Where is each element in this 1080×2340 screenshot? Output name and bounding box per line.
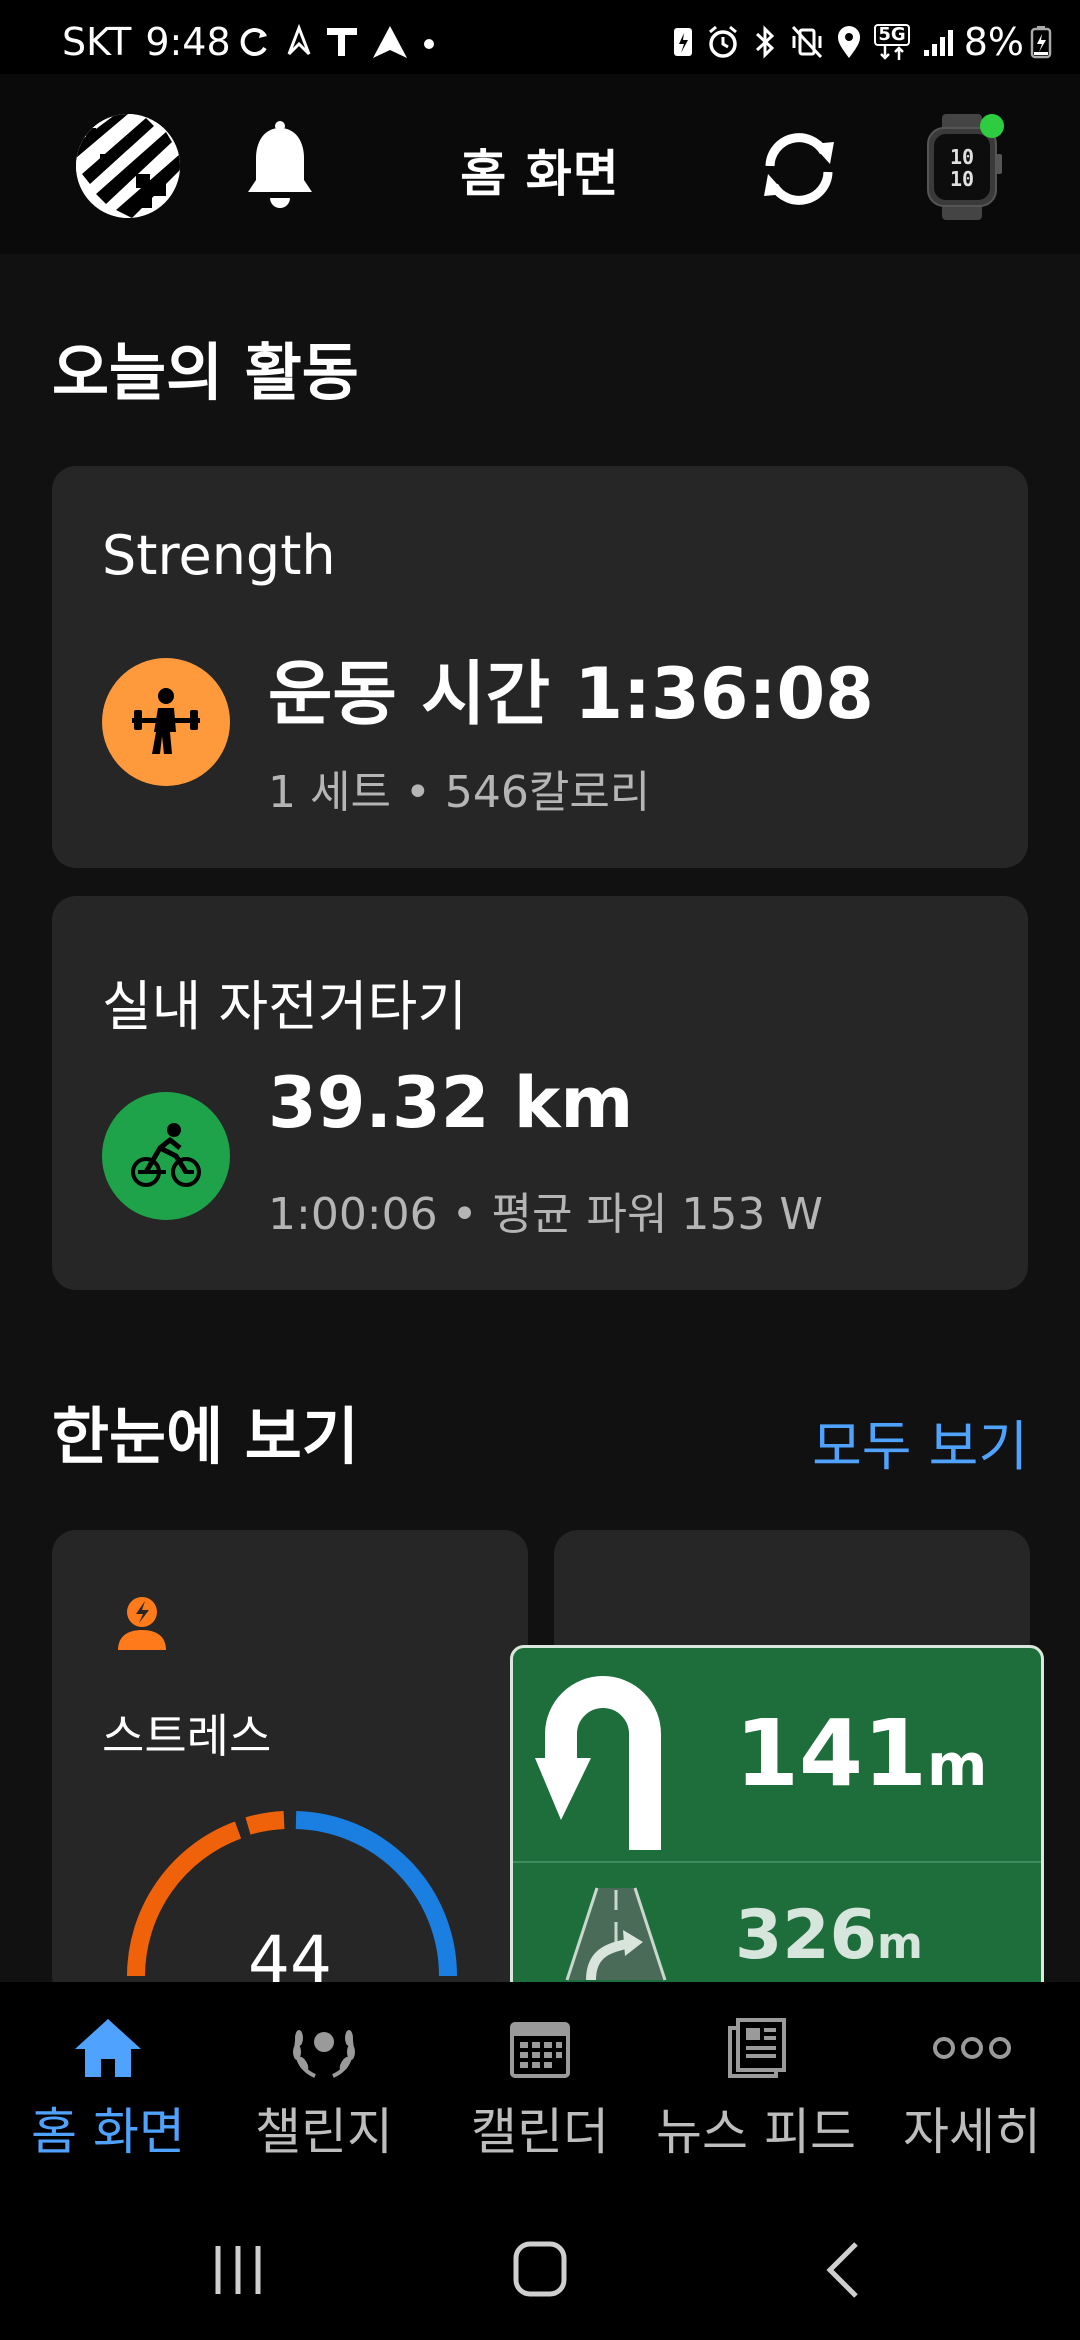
overlay-divider <box>513 1861 1041 1863</box>
status-left: SKT 9:48 <box>62 20 443 64</box>
t-app-icon <box>325 24 359 60</box>
primary-distance-unit: m <box>927 1731 988 1799</box>
recent-apps-icon[interactable] <box>210 2242 266 2302</box>
battery-charging-icon <box>1030 24 1052 60</box>
nav-label: 뉴스 피드 <box>656 2103 856 2161</box>
activity-main-value: 운동 시간 1:36:08 <box>268 653 874 735</box>
location-icon <box>836 24 862 60</box>
primary-distance-value: 141 <box>735 1700 928 1807</box>
nav-item-challenges[interactable]: 챌린지 <box>216 1982 432 2194</box>
vibrate-mute-icon <box>790 24 824 60</box>
more-notifications-dot-icon <box>421 24 437 60</box>
cycling-icon <box>102 1092 230 1220</box>
svg-text:10: 10 <box>950 145 974 169</box>
network-type-icon: 5G <box>874 24 910 60</box>
more-icon <box>864 2008 1080 2088</box>
secondary-distance-value: 326 <box>735 1896 877 1975</box>
road-merge-icon <box>561 1884 671 1988</box>
network-type-label: 5G <box>874 24 910 46</box>
clock: 9:48 <box>145 20 231 64</box>
nav-label: 자세히 <box>903 2103 1041 2161</box>
status-bar: SKT 9:48 5G 8% <box>0 0 1080 74</box>
nav-item-newsfeed[interactable]: 뉴스 피드 <box>648 1982 864 2194</box>
system-navigation-bar <box>0 2194 1080 2340</box>
bottom-navigation: 홈 화면 챌린지 캘린더 뉴스 피드 자세히 <box>0 1982 1080 2194</box>
activity-sub-value: 1:00:06 • 평균 파워 153 W <box>268 1189 823 1240</box>
home-system-icon[interactable] <box>512 2240 568 2304</box>
svg-text:10: 10 <box>950 167 974 191</box>
newsfeed-icon <box>648 2008 864 2088</box>
calendar-icon <box>432 2008 648 2088</box>
sync-status-icon <box>237 24 273 60</box>
carrier-label: SKT <box>62 20 132 64</box>
today-activities-heading: 오늘의 활동 <box>52 336 359 409</box>
stress-card[interactable]: 스트레스 44 <box>52 1530 528 2000</box>
signal-strength-icon <box>922 24 954 60</box>
primary-distance: 141m <box>735 1708 987 1800</box>
at-a-glance-heading: 한눈에 보기 <box>52 1400 359 1473</box>
battery-saver-icon <box>672 24 694 60</box>
activity-card-indoor-cycling[interactable]: 실내 자전거타기 39.32 km 1:00:06 • 평균 파워 153 W <box>52 896 1028 1290</box>
stress-label: 스트레스 <box>102 1709 272 1763</box>
activity-main-value: 39.32 km <box>268 1062 634 1144</box>
watch-connected-indicator <box>980 114 1004 138</box>
alarm-icon <box>706 24 740 60</box>
activity-status-icon <box>285 24 313 60</box>
battery-percent: 8% <box>963 20 1024 64</box>
navigation-app-icon <box>371 24 409 60</box>
back-icon[interactable] <box>822 2240 866 2304</box>
sync-icon[interactable] <box>754 124 844 214</box>
nav-label: 홈 화면 <box>31 2103 185 2161</box>
activity-title: Strength <box>102 524 336 587</box>
activity-sub-value: 1 세트 • 546칼로리 <box>268 767 651 818</box>
activity-card-strength[interactable]: Strength 운동 시간 1:36:08 1 세트 • 546칼로리 <box>52 466 1028 868</box>
view-all-link[interactable]: 모두 보기 <box>812 1402 1028 1481</box>
secondary-distance-unit: m <box>876 1918 923 1969</box>
bluetooth-icon <box>752 24 778 60</box>
turn-by-turn-navigation-overlay[interactable]: 141m 326m <box>510 1645 1044 2017</box>
nav-item-more[interactable]: 자세히 <box>864 1982 1080 2194</box>
nav-item-home[interactable]: 홈 화면 <box>0 1982 216 2194</box>
stress-icon <box>114 1592 170 1656</box>
u-turn-icon <box>535 1654 705 1858</box>
activity-title: 실내 자전거타기 <box>102 975 467 1038</box>
status-right: 5G 8% <box>666 20 1058 64</box>
weightlifting-icon <box>102 658 230 786</box>
secondary-distance: 326m <box>735 1902 923 1970</box>
nav-item-calendar[interactable]: 캘린더 <box>432 1982 648 2194</box>
laurel-icon <box>216 2008 432 2088</box>
nav-label: 캘린더 <box>471 2103 609 2161</box>
home-icon <box>0 2008 216 2088</box>
top-app-bar: 홈 화면 10 10 <box>0 74 1080 254</box>
nav-label: 챌린지 <box>255 2103 393 2161</box>
